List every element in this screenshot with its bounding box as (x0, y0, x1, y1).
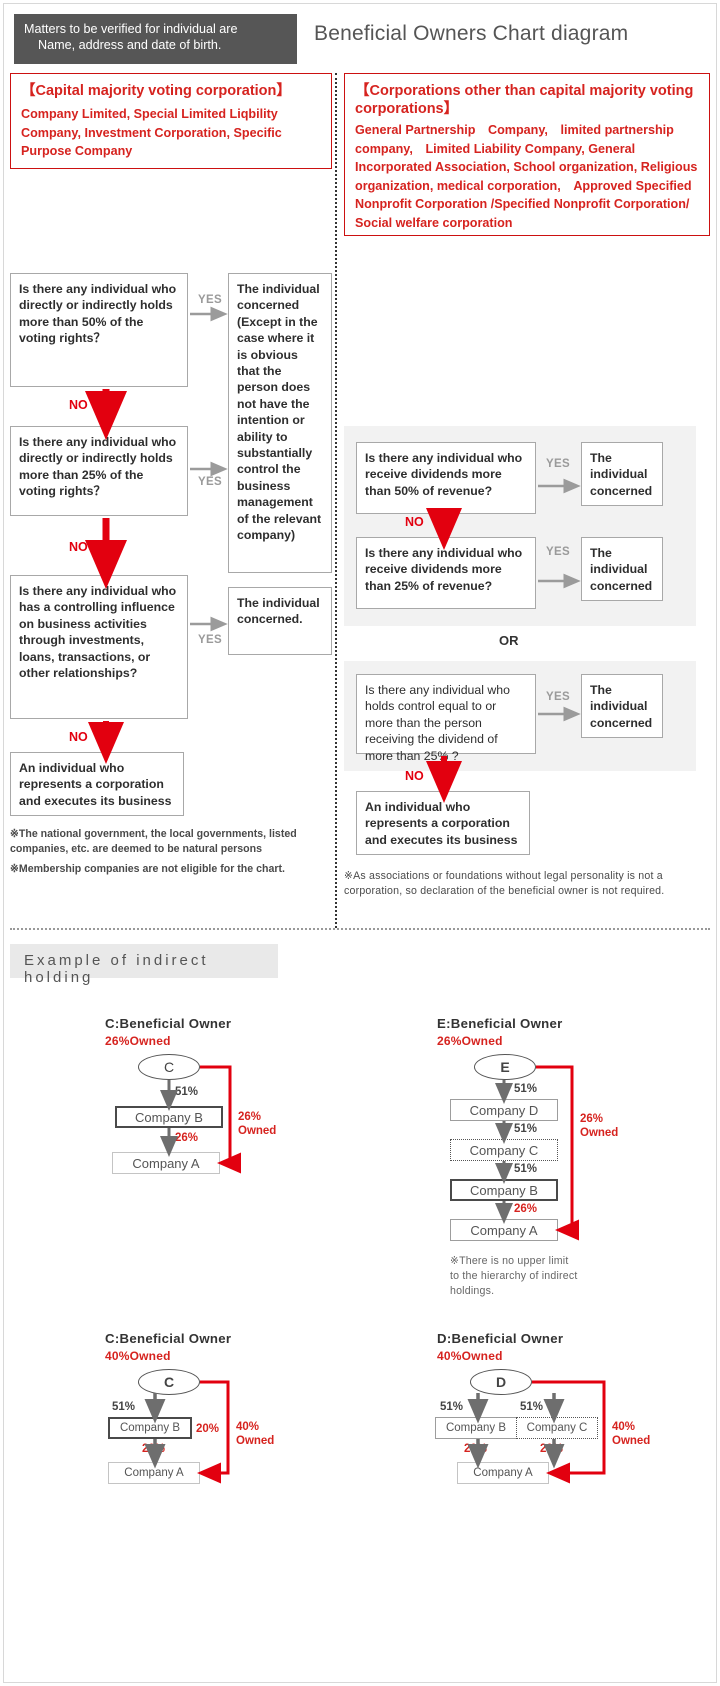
example-4: D:Beneficial Owner 40%Owned D 51% 51% Co… (432, 1325, 682, 1505)
example-2: E:Beneficial Owner 26%Owned E 51% Compan… (432, 1010, 682, 1300)
left-footnote-2: ※Membership companies are not eligible f… (10, 863, 285, 875)
verification-note-line1: Matters to be verified for individual ar… (24, 22, 238, 36)
verification-note-line2: Name, address and date of birth. (38, 38, 222, 52)
left-legend-title: 【Capital majority voting corporation】 (21, 83, 291, 99)
right-legend-title: 【Corporations other than capital majorit… (355, 83, 694, 117)
page-title: Beneficial Owners Chart diagram (314, 22, 629, 45)
right-column: 【Corporations other than capital majorit… (344, 73, 710, 996)
examples-section-title: Example of indirect holding (10, 944, 278, 986)
right-footnote: ※As associations or foundations without … (344, 870, 665, 897)
example-3: C:Beneficial Owner 40%Owned C 51% Compan… (100, 1325, 340, 1505)
example-2-arrows (495, 1065, 579, 1241)
left-arrows (85, 306, 228, 764)
example-1: C:Beneficial Owner 26%Owned C 51% Compan… (100, 1010, 330, 1190)
left-legend: 【Capital majority voting corporation】 Co… (10, 73, 332, 169)
column-divider (335, 73, 337, 928)
page-header: Matters to be verified for individual ar… (14, 14, 706, 64)
right-legend: 【Corporations other than capital majorit… (344, 73, 710, 236)
right-arrows (426, 478, 581, 803)
example-1-arrows (160, 1065, 241, 1174)
section-divider (10, 928, 710, 930)
verification-note: Matters to be verified for individual ar… (14, 14, 297, 64)
left-footnote-1: ※The national government, the local gove… (10, 828, 297, 855)
right-legend-body: General Partnership Company, limited par… (355, 123, 710, 230)
left-legend-body: Company Limited, Special Limited Liqbili… (21, 107, 282, 158)
example-3-arrows (144, 1380, 230, 1484)
left-column: 【Capital majority voting corporation】 Co… (10, 73, 332, 929)
example-4-arrows (467, 1380, 606, 1484)
